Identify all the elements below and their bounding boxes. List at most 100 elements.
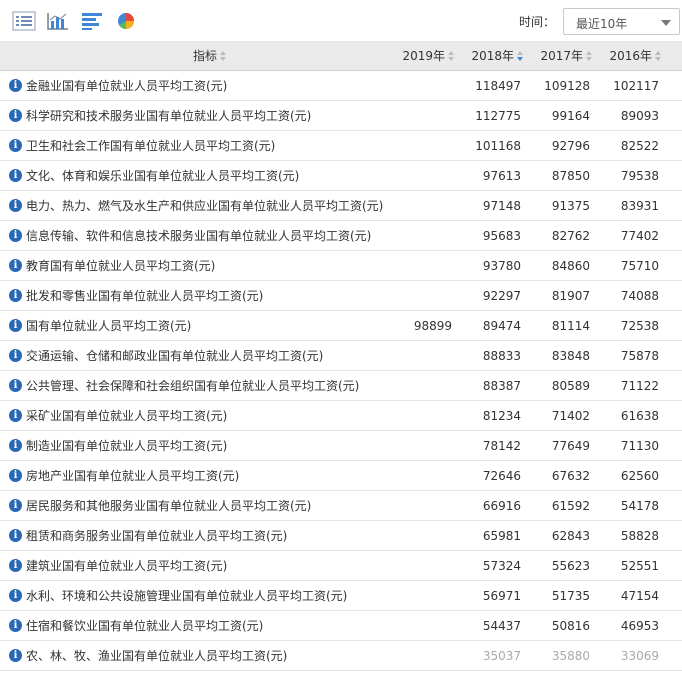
pie-chart-icon[interactable] [114,11,138,31]
info-icon[interactable]: i [9,109,22,122]
info-icon[interactable]: i [9,499,22,512]
sort-icon[interactable] [220,51,227,62]
value-2017: 77649 [551,439,590,453]
table-row: i 电力、热力、燃气及水生产和供应业国有单位就业人员平均工资(元) 97148 913… [0,191,682,221]
info-icon[interactable]: i [9,529,22,542]
info-icon[interactable]: i [9,169,22,182]
time-range-select[interactable]: 最近10年 [563,8,680,35]
value-2018: 72646 [482,469,521,483]
table-row: i 建筑业国有单位就业人员平均工资(元) 57324 55623 52551 [0,551,682,581]
table-view-icon[interactable] [12,11,36,31]
value-2017: 67632 [551,469,590,483]
value-2016: 89093 [620,109,659,123]
indicator-name: 金融业国有单位就业人员平均工资(元) [26,79,228,93]
value-2018: 112775 [475,109,521,123]
indicator-name: 制造业国有单位就业人员平均工资(元) [26,439,228,453]
value-2019 [390,371,452,401]
value-2018: 95683 [482,229,521,243]
value-2017: 71402 [551,409,590,423]
indicator-name: 信息传输、软件和信息技术服务业国有单位就业人员平均工资(元) [26,229,372,243]
value-2017: 99164 [551,109,590,123]
value-2018: 88833 [482,349,521,363]
info-icon[interactable]: i [9,469,22,482]
column-header-2016[interactable]: 2016年 [586,42,662,71]
table-row: i 住宿和餐饮业国有单位就业人员平均工资(元) 54437 50816 46953 [0,611,682,641]
value-2016: 58828 [620,529,659,543]
table-row: i 卫生和社会工作国有单位就业人员平均工资(元) 101168 92796 82522 [0,131,682,161]
value-2017: 92796 [551,139,590,153]
value-2018: 118497 [475,79,521,93]
info-icon[interactable]: i [9,139,22,152]
horizontal-bar-chart-icon[interactable] [80,11,104,31]
table-row: i 国有单位就业人员平均工资(元) 98899 89474 81114 72538 [0,311,682,341]
indicator-name: 科学研究和技术服务业国有单位就业人员平均工资(元) [26,109,312,123]
table-row: i 水利、环境和公共设施管理业国有单位就业人员平均工资(元) 56971 51735 4… [0,581,682,611]
toolbar: 时间： 最近10年 [0,0,682,42]
value-2019 [390,551,452,581]
value-2019 [390,251,452,281]
info-icon[interactable]: i [9,259,22,272]
value-2016: 54178 [620,499,659,513]
info-icon[interactable]: i [9,319,22,332]
value-2017: 91375 [551,199,590,213]
column-header-2019[interactable]: 2019年 [380,42,455,71]
value-2016: 74088 [620,289,659,303]
indicator-name: 居民服务和其他服务业国有单位就业人员平均工资(元) [26,499,312,513]
value-2019 [390,161,452,191]
value-2016: 71122 [620,379,659,393]
indicator-name: 卫生和社会工作国有单位就业人员平均工资(元) [26,139,276,153]
value-2017: 81907 [551,289,590,303]
info-icon[interactable]: i [9,349,22,362]
indicator-name: 采矿业国有单位就业人员平均工资(元) [26,409,228,423]
table-row: i 交通运输、仓储和邮政业国有单位就业人员平均工资(元) 88833 83848 758… [0,341,682,371]
table-row: i 批发和零售业国有单位就业人员平均工资(元) 92297 81907 74088 [0,281,682,311]
info-icon[interactable]: i [9,229,22,242]
value-2018: 57324 [482,559,521,573]
indicator-name: 住宿和餐饮业国有单位就业人员平均工资(元) [26,619,264,633]
info-icon[interactable]: i [9,649,22,662]
value-2019 [390,281,452,311]
info-icon[interactable]: i [9,439,22,452]
info-icon[interactable]: i [9,589,22,602]
table-row: i 农、林、牧、渔业国有单位就业人员平均工资(元) 35037 35880 33069 [0,641,682,671]
value-2019 [390,401,452,431]
value-2018: 93780 [482,259,521,273]
value-2016: 52551 [620,559,659,573]
info-icon[interactable]: i [9,379,22,392]
value-2019 [390,431,452,461]
value-2017: 82762 [551,229,590,243]
info-icon[interactable]: i [9,559,22,572]
column-header-2018[interactable]: 2018年 [450,42,524,71]
indicator-name: 公共管理、社会保障和社会组织国有单位就业人员平均工资(元) [26,379,360,393]
value-2017: 35880 [551,649,590,663]
value-2016: 46953 [620,619,659,633]
bar-chart-icon[interactable] [46,11,70,31]
sort-icon[interactable] [655,51,662,62]
value-2019 [390,131,452,161]
table-row: i 采矿业国有单位就业人员平均工资(元) 81234 71402 61638 [0,401,682,431]
value-2019 [390,581,452,611]
value-2017: 83848 [551,349,590,363]
indicator-name: 国有单位就业人员平均工资(元) [26,319,192,333]
indicator-name: 房地产业国有单位就业人员平均工资(元) [26,469,240,483]
value-2016: 33069 [620,649,659,663]
value-2019 [390,641,452,671]
info-icon[interactable]: i [9,199,22,212]
info-icon[interactable]: i [9,409,22,422]
value-2019 [390,491,452,521]
info-icon[interactable]: i [9,289,22,302]
column-header-2017[interactable]: 2017年 [518,42,593,71]
value-2018: 81234 [482,409,521,423]
column-header-indicator[interactable]: 指标 [0,42,400,71]
value-2017: 80589 [551,379,590,393]
value-2019 [390,521,452,551]
value-2019 [390,191,452,221]
info-icon[interactable]: i [9,619,22,632]
value-2016: 77402 [620,229,659,243]
value-2018: 66916 [482,499,521,513]
info-icon[interactable]: i [9,79,22,92]
value-2018: 101168 [475,139,521,153]
value-2016: 62560 [620,469,659,483]
table-row: i 房地产业国有单位就业人员平均工资(元) 72646 67632 62560 [0,461,682,491]
value-2017: 51735 [551,589,590,603]
